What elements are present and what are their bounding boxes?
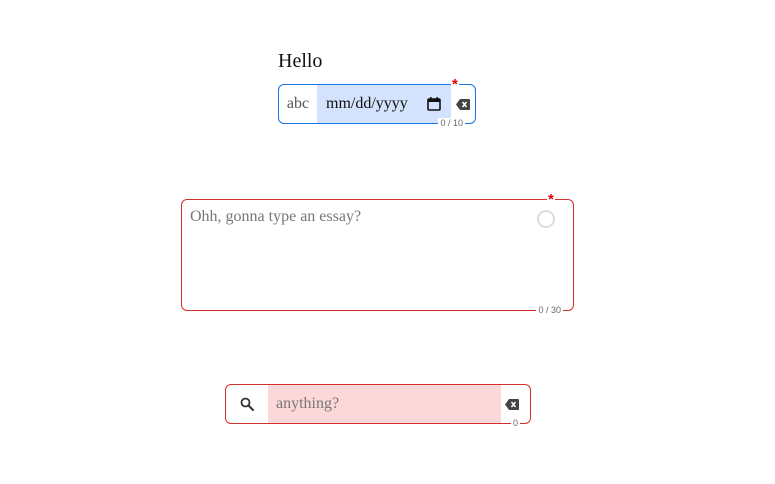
required-marker: * bbox=[547, 191, 555, 208]
character-counter: 0 / 30 bbox=[536, 305, 563, 315]
search-input-area bbox=[268, 385, 501, 423]
backspace-clear-icon[interactable] bbox=[505, 399, 519, 410]
date-field-label: Hello bbox=[278, 50, 323, 72]
calendar-icon[interactable] bbox=[427, 97, 441, 111]
character-counter: 0 bbox=[510, 418, 520, 428]
page: Hello abc mm/dd/yyyy * 0 / 10 * 0 / 30 bbox=[0, 0, 775, 484]
character-counter: 0 / 10 bbox=[438, 118, 465, 128]
date-field-prefix: abc bbox=[286, 95, 310, 112]
search-field: 0 bbox=[225, 384, 531, 428]
loading-spinner-icon bbox=[537, 210, 555, 228]
required-marker: * bbox=[451, 76, 459, 93]
essay-field: * 0 / 30 bbox=[181, 192, 574, 315]
date-field: abc mm/dd/yyyy * 0 / 10 bbox=[278, 77, 476, 128]
search-icon bbox=[240, 397, 254, 411]
essay-textarea[interactable] bbox=[182, 200, 532, 300]
search-input[interactable] bbox=[268, 385, 501, 423]
date-input[interactable]: mm/dd/yyyy bbox=[317, 85, 451, 123]
date-input-value: mm/dd/yyyy bbox=[326, 95, 408, 112]
backspace-clear-icon[interactable] bbox=[456, 99, 470, 110]
